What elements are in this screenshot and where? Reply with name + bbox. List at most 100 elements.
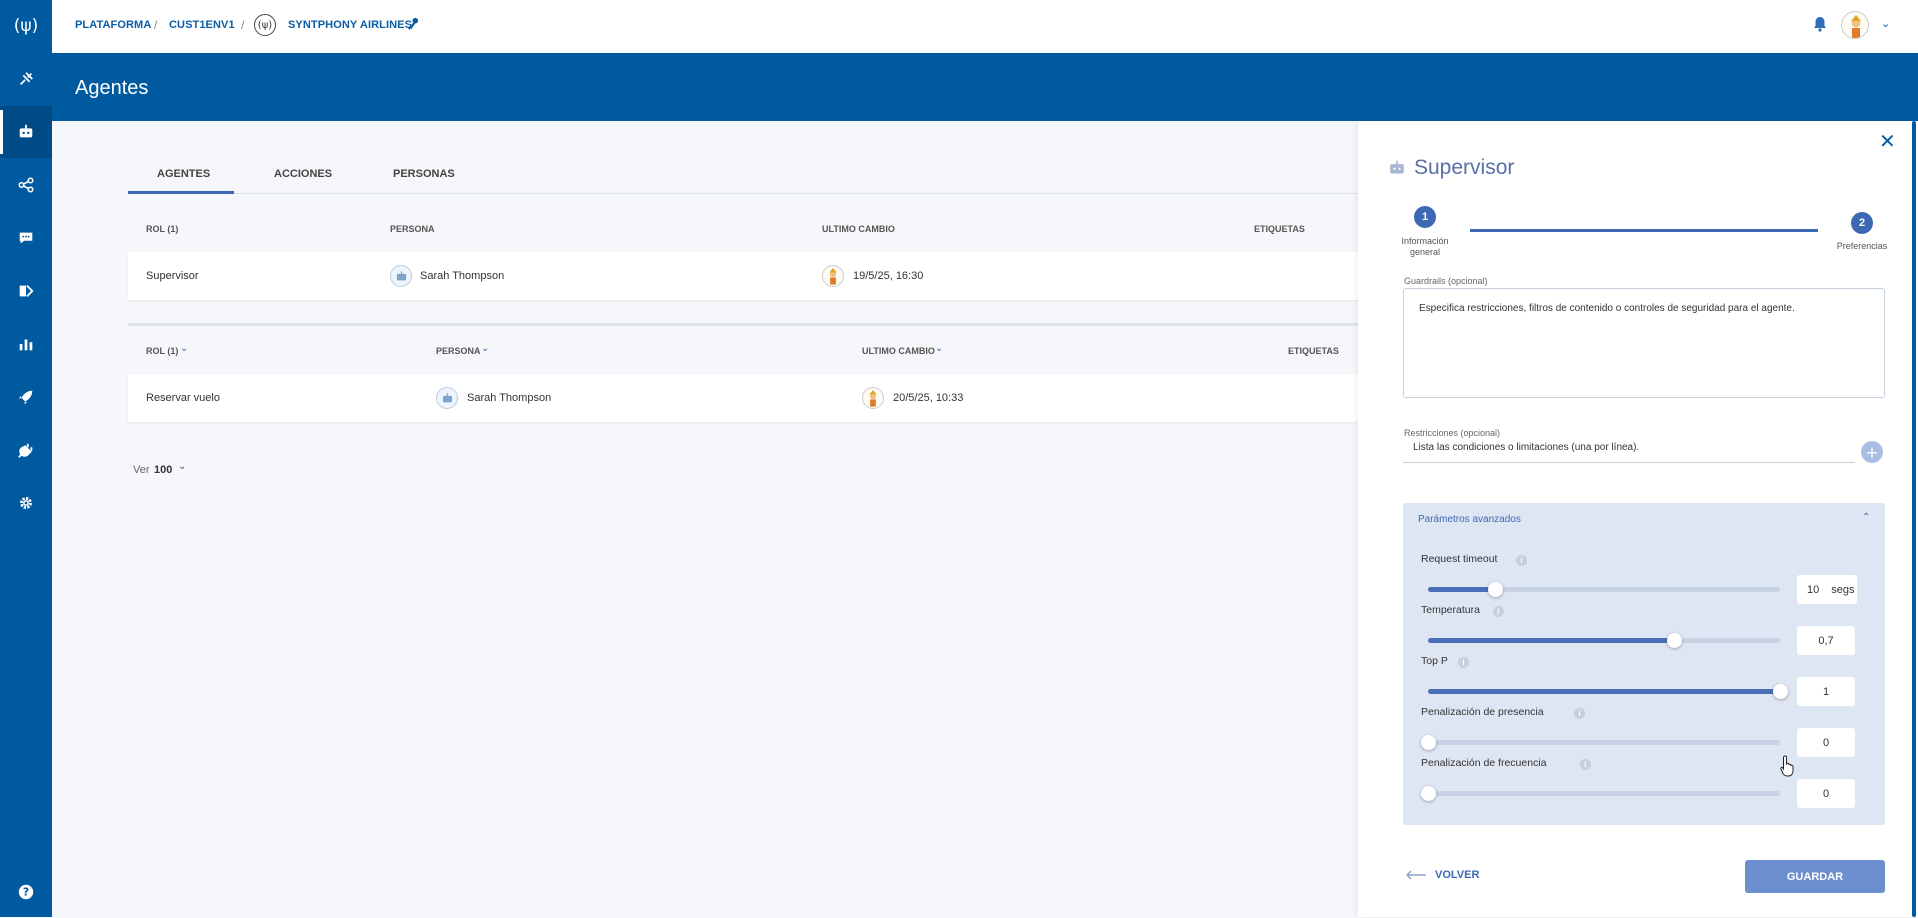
page-size-select[interactable]: 100 [154,464,172,476]
param-value: 1 [1822,685,1830,698]
bell-icon[interactable] [1813,16,1827,32]
row-ultimo-cambio: 19/5/25, 16:30 [853,270,924,282]
save-button[interactable]: GUARDAR [1745,860,1885,893]
chevron-down-icon[interactable]: ⌄ [180,343,188,354]
back-button[interactable]: VOLVER [1405,869,1479,881]
param-value: 0,7 [1818,634,1834,647]
info-icon[interactable]: i [1458,657,1469,668]
param-label: Temperatura [1421,604,1480,616]
step-2-label: Preferencias [1836,241,1888,251]
advanced-params-toggle[interactable]: Parámetros avanzados [1418,514,1521,525]
slider-fill [1428,587,1495,592]
chevron-down-icon[interactable]: ⌄ [178,461,186,472]
param-value-input[interactable]: 0,7 [1797,626,1855,655]
info-icon[interactable]: i [1492,606,1504,617]
breadcrumb-plataforma[interactable]: PLATAFORMA [75,19,151,31]
hand-cursor-icon [1780,755,1794,777]
param-value-input[interactable]: 0 [1797,779,1855,808]
param-slider[interactable] [1428,684,1788,699]
close-icon[interactable]: ✕ [1879,131,1896,151]
page-title: Agentes [75,77,149,99]
param-slider[interactable] [1421,786,1780,801]
row-persona: Sarah Thompson [467,392,552,404]
panel-title: Supervisor [1414,156,1515,179]
info-icon[interactable]: i [1574,708,1585,719]
sidebar: (ψ) ? [0,0,52,917]
breadcrumb-separator: / [241,18,245,32]
user-avatar[interactable] [1841,11,1869,39]
tabs-divider [128,193,1358,194]
slider-thumb[interactable] [1421,786,1436,801]
info-icon[interactable]: i [1579,759,1591,770]
slider-thumb[interactable] [1487,582,1503,597]
bot-avatar-icon [390,265,412,287]
advanced-params-section [1403,503,1885,825]
company-logo-icon: (ψ) [254,14,276,36]
slider-thumb[interactable] [1421,735,1436,750]
add-restriction-button[interactable]: + [1861,441,1883,463]
active-tab-indicator [128,191,234,194]
param-slider[interactable] [1428,633,1780,648]
step-2-indicator[interactable]: 2 [1851,212,1873,234]
chevron-down-icon[interactable]: ⌄ [481,343,489,354]
column-header-ultimo-cambio[interactable]: ULTIMO CAMBIO [862,346,935,356]
section-divider [128,323,1358,326]
param-value-input[interactable]: 10 segs [1797,575,1857,604]
param-value-input[interactable]: 1 [1797,677,1855,706]
tab-agentes[interactable]: AGENTES [157,168,210,180]
table-row[interactable] [128,374,1358,422]
column-header-etiquetas[interactable]: ETIQUETAS [1254,224,1305,234]
gear-icon[interactable] [0,477,52,529]
row-ultimo-cambio: 20/5/25, 10:33 [893,392,964,404]
help-icon[interactable]: ? [0,866,52,918]
key-icon[interactable] [406,17,419,30]
row-rol: Reservar vuelo [146,392,220,404]
column-header-ultimo-cambio[interactable]: ULTIMO CAMBIO [822,224,895,234]
satellite-icon[interactable] [0,53,52,105]
integration-icon[interactable] [0,265,52,317]
main-content [52,121,1358,917]
param-value: 0 [1822,736,1830,749]
bot-icon [1390,160,1404,174]
plug-icon[interactable] [0,424,52,476]
info-icon[interactable]: i [1516,555,1527,566]
flow-icon[interactable] [0,159,52,211]
chevron-up-icon[interactable]: ⌃ [1862,512,1870,523]
column-header-rol[interactable]: ROL (1) [146,346,178,356]
svg-text:?: ? [23,886,29,899]
bot-icon[interactable] [0,106,52,158]
restricciones-label: Restricciones (opcional) [1404,428,1501,438]
table-row[interactable] [128,252,1358,300]
slider-thumb[interactable] [1773,684,1788,699]
pager-label: Ver [133,464,150,476]
panel-scrollbar[interactable] [1912,121,1916,917]
column-header-persona[interactable]: PERSONA [390,224,435,234]
tab-personas[interactable]: PERSONAS [393,168,455,180]
stepper-progress [1470,229,1818,232]
chevron-down-icon[interactable]: ⌄ [1881,17,1890,30]
analytics-icon[interactable] [0,318,52,370]
guardrails-textarea[interactable]: Especifica restricciones, filtros de con… [1403,288,1885,398]
breadcrumb-company[interactable]: SYNTPHONY AIRLINES [288,19,412,31]
tab-acciones[interactable]: ACCIONES [274,168,332,180]
param-slider[interactable] [1428,582,1780,597]
param-slider[interactable] [1421,735,1780,750]
column-header-rol[interactable]: ROL (1) [146,224,178,234]
param-label: Request timeout [1421,553,1498,565]
rocket-icon[interactable] [0,371,52,423]
step-1-indicator[interactable]: 1 [1414,206,1436,228]
row-rol: Supervisor [146,270,199,282]
chevron-down-icon[interactable]: ⌄ [935,343,943,354]
column-header-etiquetas[interactable]: ETIQUETAS [1288,346,1339,356]
step-1-label: Información general [1401,236,1449,257]
param-label: Penalización de frecuencia [1421,757,1547,769]
column-header-persona[interactable]: PERSONA [436,346,481,356]
breadcrumb-environment[interactable]: CUST1ENV1 [169,19,235,31]
param-value-input[interactable]: 0 [1797,728,1855,757]
guardrails-label: Guardrails (opcional) [1404,276,1488,286]
restricciones-input[interactable]: Lista las condiciones o limitaciones (un… [1403,442,1855,463]
param-value: 10 [1807,583,1820,596]
synthphony-logo-icon[interactable]: (ψ) [0,0,52,52]
row-persona: Sarah Thompson [420,270,505,282]
chat-icon[interactable] [0,212,52,264]
